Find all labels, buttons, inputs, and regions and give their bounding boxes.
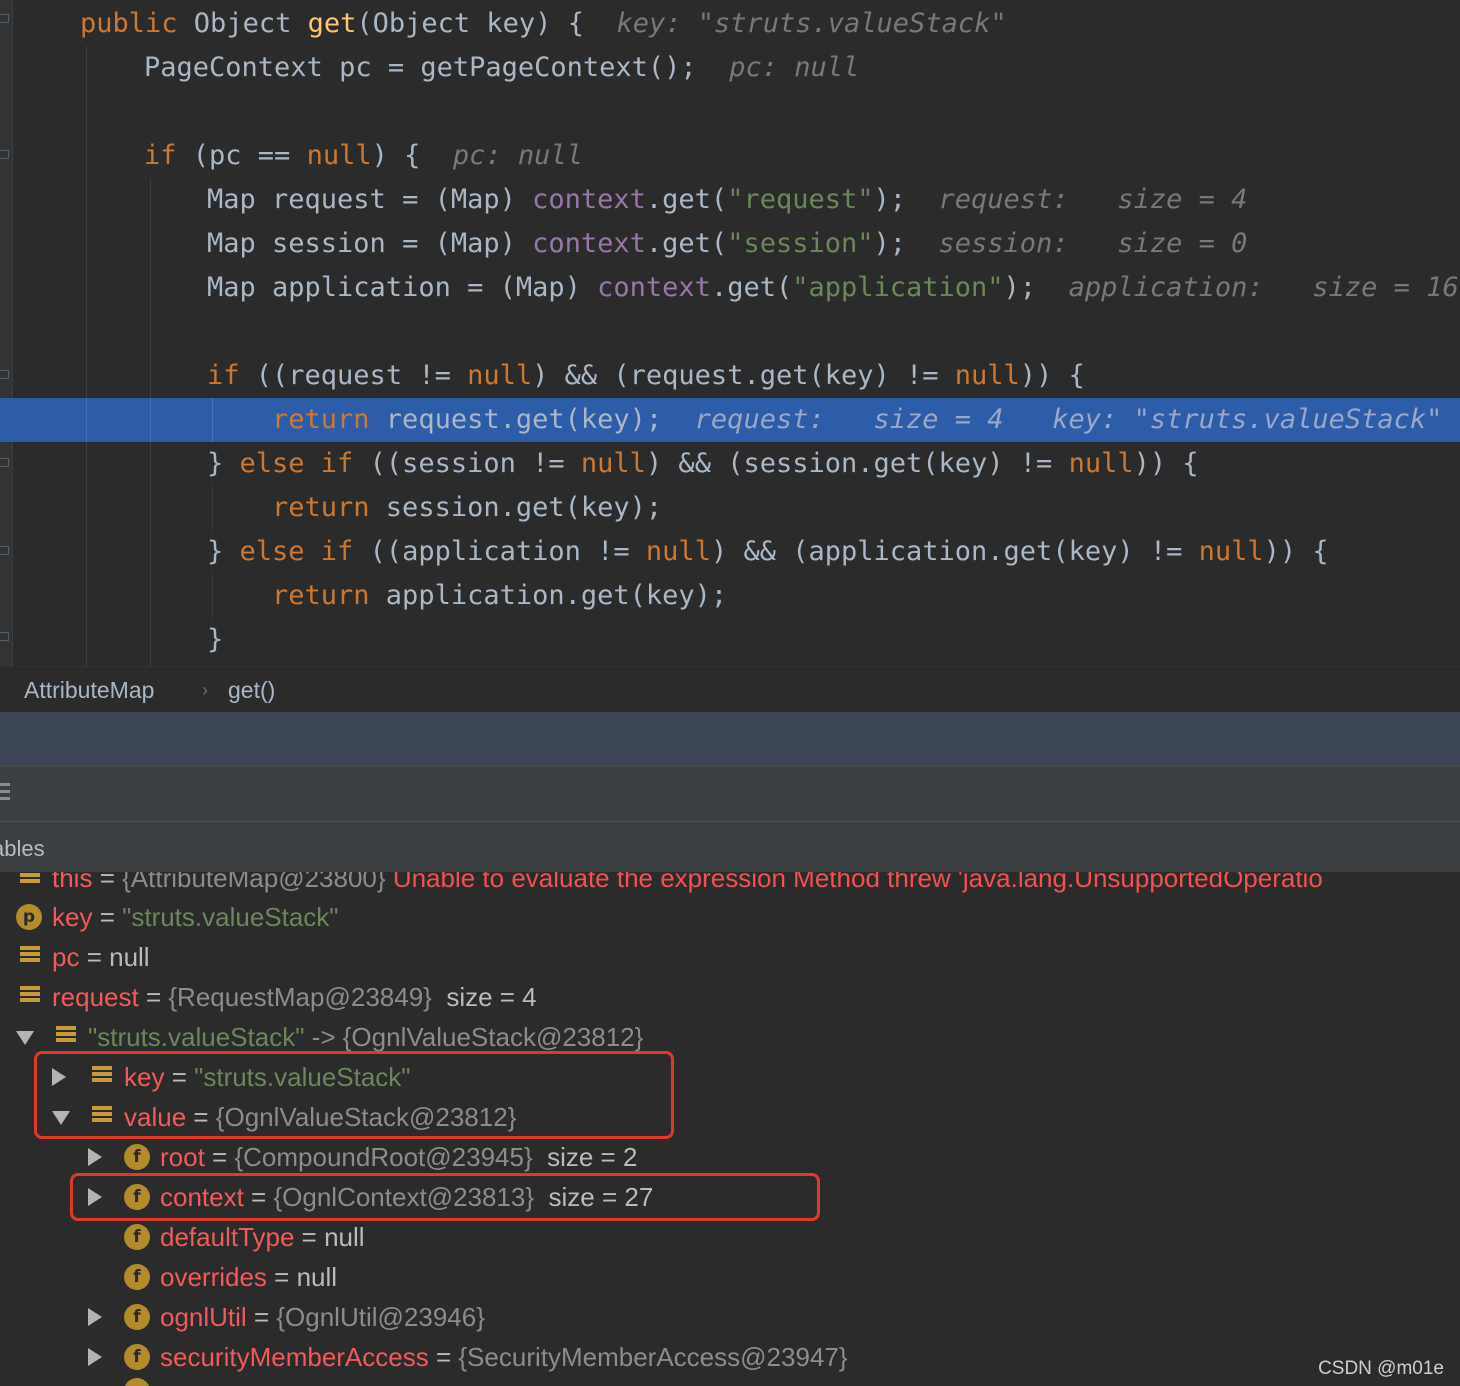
- variable-row-pc[interactable]: pc = null: [20, 937, 150, 977]
- field-icon: f: [124, 1304, 150, 1330]
- variable-row-overrides[interactable]: f overrides = null: [88, 1257, 337, 1297]
- variable-icon: [56, 1026, 76, 1048]
- indent-guide: [212, 486, 213, 530]
- inline-debug-hint: request: size = 4 key: "struts.valueStac…: [694, 404, 1443, 435]
- code-line-11[interactable]: } else if ((session != null) && (session…: [207, 442, 1199, 486]
- variable-row-this[interactable]: this = {AttributeMap@23800} Unable to ev…: [20, 872, 1323, 898]
- code-line-14[interactable]: return application.get(key);: [272, 574, 727, 618]
- breadcrumb-class[interactable]: AttributeMap: [24, 677, 154, 704]
- code-line-1[interactable]: public Object get(Object key) { key: "st…: [80, 2, 1007, 46]
- collapse-arrow-icon[interactable]: [16, 1031, 34, 1045]
- variable-row-request[interactable]: request = {RequestMap@23849} size = 4: [20, 977, 537, 1017]
- inline-debug-hint: pc: null: [452, 140, 583, 171]
- annotation-box: [34, 1051, 674, 1139]
- field-icon: f: [124, 1264, 150, 1290]
- breadcrumb-separator-icon: ›: [202, 680, 208, 700]
- field-icon: [124, 1378, 150, 1386]
- variable-icon: [20, 946, 40, 968]
- debug-panel-toolbar: [0, 767, 1460, 822]
- parameter-icon: p: [16, 904, 42, 930]
- fold-marker-icon[interactable]: [0, 14, 9, 23]
- field-icon: f: [124, 1144, 150, 1170]
- expand-arrow-icon[interactable]: [88, 1348, 102, 1366]
- code-line-15[interactable]: }: [207, 618, 223, 662]
- inline-debug-hint: request: size = 4: [938, 184, 1248, 215]
- code-line-9[interactable]: if ((request != null) && (request.get(ke…: [207, 354, 1085, 398]
- variable-icon: [20, 872, 40, 889]
- code-line-4[interactable]: if (pc == null) { pc: null: [144, 134, 583, 178]
- inline-debug-hint: application: size = 16: [1068, 272, 1459, 303]
- code-line-12[interactable]: return session.get(key);: [272, 486, 662, 530]
- code-editor[interactable]: public Object get(Object key) { key: "st…: [0, 0, 1460, 666]
- breadcrumb-method[interactable]: get(): [228, 677, 275, 704]
- variables-tree[interactable]: this = {AttributeMap@23800} Unable to ev…: [0, 872, 1460, 1386]
- fold-marker-icon[interactable]: [0, 370, 9, 379]
- fold-marker-icon[interactable]: [0, 150, 9, 159]
- evaluation-error: Unable to evaluate the expression Method…: [392, 872, 1323, 893]
- inline-debug-hint: key: "struts.valueStack": [616, 8, 1007, 39]
- variable-row-key[interactable]: p key = "struts.valueStack": [16, 897, 339, 937]
- inline-debug-hint: session: size = 0: [938, 228, 1248, 259]
- code-line-2[interactable]: PageContext pc = getPageContext(); pc: n…: [144, 46, 859, 90]
- variable-row-defaulttype[interactable]: f defaultType = null: [88, 1217, 365, 1257]
- variable-row-ognlutil[interactable]: f ognlUtil = {OgnlUtil@23946}: [88, 1297, 485, 1337]
- code-line-7[interactable]: Map application = (Map) context.get("app…: [207, 266, 1459, 310]
- inline-debug-hint: pc: null: [729, 52, 860, 83]
- variables-header: ables: [0, 822, 1460, 872]
- code-line-5[interactable]: Map request = (Map) context.get("request…: [207, 178, 1247, 222]
- variable-icon: [20, 986, 40, 1008]
- watermark: CSDN @m01e: [1318, 1358, 1444, 1379]
- code-line-6[interactable]: Map session = (Map) context.get("session…: [207, 222, 1247, 266]
- annotation-box: [70, 1173, 820, 1221]
- expand-arrow-icon[interactable]: [88, 1148, 102, 1166]
- indent-guide: [86, 46, 87, 666]
- code-line-13[interactable]: } else if ((application != null) && (app…: [207, 530, 1329, 574]
- field-icon: f: [124, 1224, 150, 1250]
- breadcrumb: AttributeMap › get(): [0, 666, 1460, 713]
- variable-row-securitymemberaccess[interactable]: f securityMemberAccess = {SecurityMember…: [88, 1337, 848, 1377]
- expand-arrow-icon[interactable]: [88, 1308, 102, 1326]
- current-execution-line[interactable]: return request.get(key); request: size =…: [0, 398, 1460, 442]
- indent-guide: [212, 574, 213, 618]
- field-icon: f: [124, 1344, 150, 1370]
- variable-row-root[interactable]: f root = {CompoundRoot@23945} size = 2: [88, 1137, 637, 1177]
- debugger-toolbar: [0, 712, 1460, 766]
- menu-icon[interactable]: [0, 783, 10, 803]
